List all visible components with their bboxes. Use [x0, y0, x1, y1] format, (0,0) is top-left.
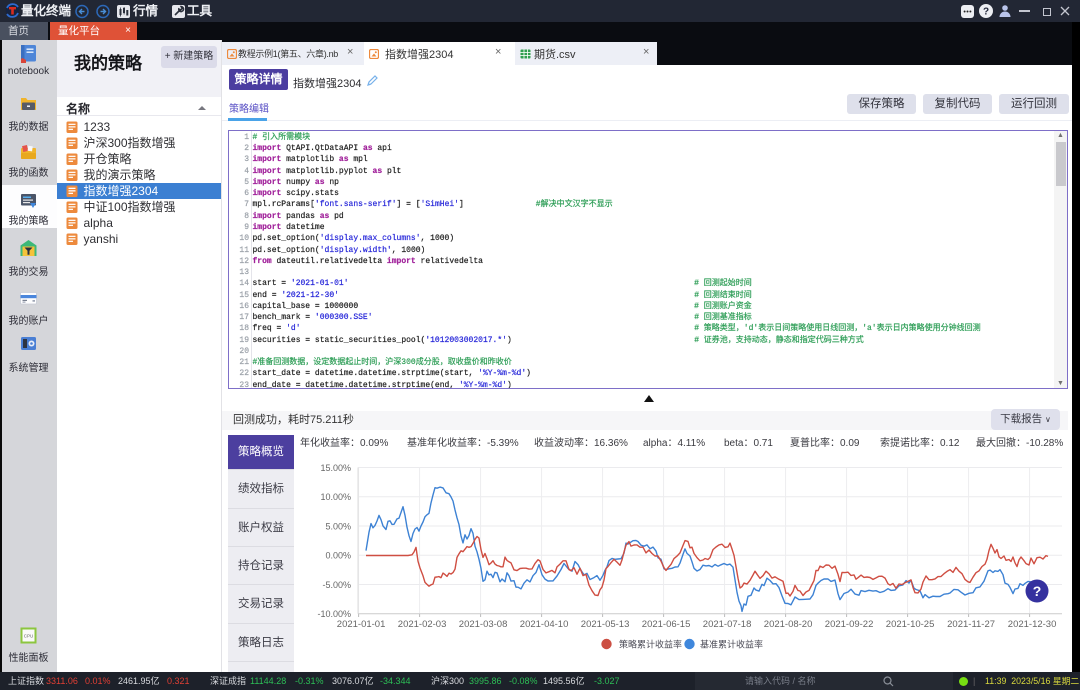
svg-text:2021-06-15: 2021-06-15: [642, 619, 691, 630]
svg-text:2021-05-13: 2021-05-13: [581, 619, 630, 630]
svg-text:?: ?: [1033, 583, 1042, 599]
svg-text:2021-01-01: 2021-01-01: [337, 619, 386, 630]
svg-text:2021-11-27: 2021-11-27: [947, 619, 995, 630]
svg-text:2021-08-20: 2021-08-20: [764, 619, 813, 630]
svg-text:5.00%: 5.00%: [325, 522, 351, 532]
svg-text:15.00%: 15.00%: [320, 463, 351, 473]
svg-text:2021-09-22: 2021-09-22: [825, 619, 874, 630]
svg-text:2021-12-30: 2021-12-30: [1008, 619, 1057, 630]
svg-text:2021-04-10: 2021-04-10: [520, 619, 569, 630]
svg-text:2021-03-08: 2021-03-08: [459, 619, 508, 630]
svg-text:策略累计收益率: 策略累计收益率: [619, 639, 682, 650]
svg-text:2021-10-25: 2021-10-25: [886, 619, 935, 630]
svg-text:?: ?: [983, 7, 989, 18]
svg-text:0.00%: 0.00%: [325, 551, 351, 561]
svg-text:10.00%: 10.00%: [320, 492, 351, 502]
svg-text:2021-02-03: 2021-02-03: [398, 619, 447, 630]
svg-text:2021-07-18: 2021-07-18: [703, 619, 752, 630]
svg-text:-5.00%: -5.00%: [322, 580, 351, 590]
svg-text:CPU: CPU: [24, 634, 34, 639]
svg-text:基准累计收益率: 基准累计收益率: [700, 639, 763, 650]
svg-text:-10.00%: -10.00%: [317, 609, 351, 619]
